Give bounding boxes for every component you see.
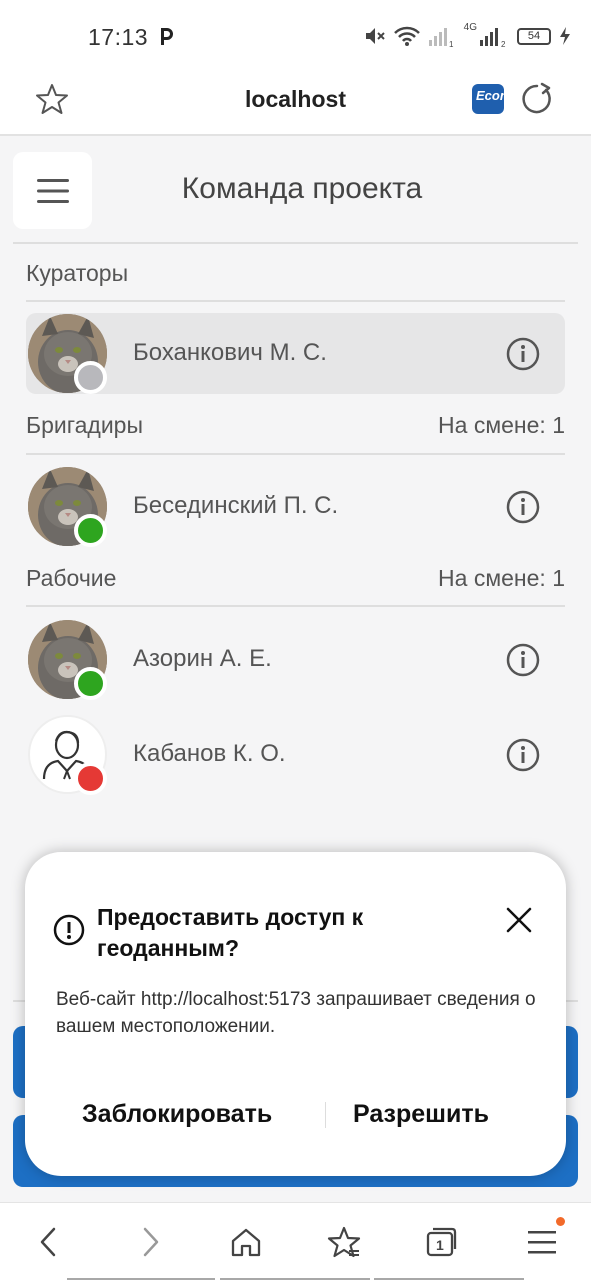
dialog-actions: Заблокировать Разрешить: [25, 1092, 566, 1140]
member-row[interactable]: Бесединский П. С.: [26, 466, 565, 547]
forward-icon[interactable]: [133, 1225, 167, 1259]
dialog-title: Предоставить доступ к геоданным?: [97, 904, 364, 961]
notification-dot: [556, 1217, 565, 1226]
page-title: Команда проекта: [181, 172, 423, 205]
member-name: Бесединский П. С.: [133, 492, 339, 519]
section-title: Бригадиры: [26, 412, 143, 438]
status-indicator: [74, 762, 107, 795]
status-bar: 17:13 1 4G 2 54: [0, 0, 591, 70]
status-time: 17:13: [88, 24, 149, 50]
member-name: Боханкович М. С.: [133, 339, 327, 366]
member-row[interactable]: Боханкович М. С.: [26, 313, 565, 394]
signal-sim2-icon: 2: [480, 28, 506, 48]
allow-button[interactable]: Разрешить: [353, 1100, 489, 1129]
signal-sim1-icon: 1: [428, 28, 454, 48]
section-curators: Кураторы: [26, 260, 565, 287]
divider: [13, 242, 578, 244]
on-shift-count: На смене: 1: [438, 565, 565, 591]
status-indicator: [74, 361, 107, 394]
bookmarks-icon[interactable]: [327, 1225, 361, 1259]
divider: [26, 453, 565, 455]
section-title: Рабочие: [26, 565, 117, 591]
browser-toolbar: localhost Econ: [0, 70, 591, 136]
info-icon[interactable]: [506, 490, 540, 524]
back-icon[interactable]: [32, 1225, 66, 1259]
member-name: Кабанов К. О.: [133, 740, 286, 767]
geolocation-permission-dialog: Предоставить доступ к геоданным? Веб-сай…: [25, 852, 566, 1176]
status-indicator: [74, 514, 107, 547]
divider: [26, 300, 565, 302]
svg-text:2: 2: [501, 40, 506, 48]
menu-icon[interactable]: [525, 1225, 559, 1259]
tabs-button[interactable]: 1: [424, 1225, 458, 1259]
charging-icon: [560, 27, 570, 45]
svg-text:1: 1: [449, 40, 454, 48]
on-shift-count: На смене: 1: [438, 412, 565, 438]
block-button[interactable]: Заблокировать: [82, 1100, 272, 1129]
parking-app-icon: [161, 28, 173, 45]
browser-bottom-nav: 1: [0, 1202, 591, 1280]
tabs-count: 1: [436, 1237, 444, 1253]
divider: [26, 605, 565, 607]
alert-icon: [53, 914, 85, 946]
member-row[interactable]: Азорин А. Е.: [26, 619, 565, 700]
network-type-label: 4G: [463, 22, 477, 33]
battery-indicator: 54: [517, 27, 551, 45]
econ-extension-icon[interactable]: Econ: [472, 84, 504, 114]
member-name: Азорин А. Е.: [133, 645, 272, 672]
reload-icon[interactable]: [520, 82, 554, 116]
mute-icon: [365, 28, 385, 44]
dialog-message: Веб-сайт http://localhost:5173 запрашива…: [56, 989, 536, 1037]
member-row[interactable]: Кабанов К. О.: [26, 714, 565, 795]
section-title: Кураторы: [26, 260, 129, 286]
home-icon[interactable]: [229, 1225, 263, 1259]
wifi-icon: [393, 26, 420, 46]
section-workers: Рабочие На смене: 1: [26, 565, 565, 592]
info-icon[interactable]: [506, 738, 540, 772]
info-icon[interactable]: [506, 337, 540, 371]
info-icon[interactable]: [506, 643, 540, 677]
status-indicator: [74, 667, 107, 700]
section-foremen: Бригадиры На смене: 1: [26, 412, 565, 439]
extension-label: Econ: [476, 88, 504, 103]
action-separator: [325, 1102, 326, 1128]
close-icon[interactable]: [505, 906, 533, 934]
